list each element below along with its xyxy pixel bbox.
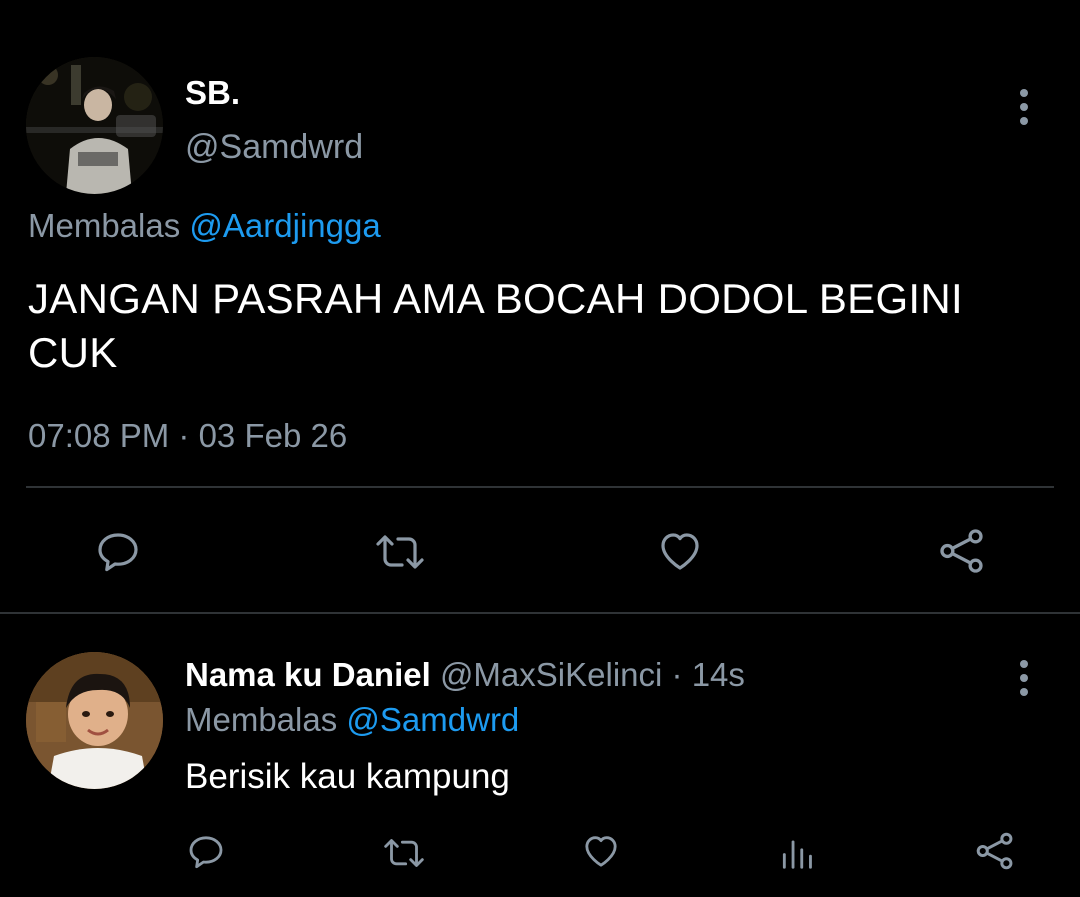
replying-to-mention[interactable]: @Aardjingga [189,207,380,244]
tweet-text: JANGAN PASRAH AMA BOCAH DODOL BEGINI CUK [28,275,964,376]
user-handle[interactable]: @Samdwrd [185,128,363,167]
replying-to-mention[interactable]: @Samdwrd [346,701,519,738]
tweet-text: Berisik kau kampung [185,757,510,796]
user-handle[interactable]: @MaxSiKelinci [440,656,662,693]
like-icon[interactable] [580,831,622,871]
analytics-icon[interactable] [778,833,816,873]
retweet-icon[interactable] [381,833,427,873]
retweet-icon[interactable] [373,528,427,576]
replying-to-label: Membalas [28,207,181,244]
display-name[interactable]: SB. [185,74,240,112]
separator-dot: · [671,656,683,693]
avatar-photo [26,652,163,789]
more-options-icon[interactable] [1018,660,1030,696]
avatar[interactable] [26,57,163,194]
tweet-thread-page: SB. @Samdwrd Membalas @Aardjingga JANGAN… [0,0,1080,897]
main-tweet: SB. @Samdwrd Membalas @Aardjingga JANGAN… [0,0,1080,614]
tweet-time[interactable]: 14s [692,656,745,693]
replying-to-label: Membalas [185,701,338,738]
reply-icon[interactable] [94,528,142,576]
reply-header: Nama ku Daniel @MaxSiKelinci · 14s [185,656,745,694]
tweet-timestamp[interactable]: 07:08 PM · 03 Feb 26 [28,417,347,455]
replying-to-line: Membalas @Samdwrd [185,701,519,739]
divider [26,486,1054,488]
share-icon[interactable] [937,526,987,576]
display-name[interactable]: Nama ku Daniel [185,656,431,693]
avatar[interactable] [26,652,163,789]
more-options-icon[interactable] [1018,89,1030,125]
avatar-photo [26,57,163,194]
reply-icon[interactable] [186,832,226,872]
replying-to-line: Membalas @Aardjingga [28,207,381,245]
divider [0,612,1080,614]
like-icon[interactable] [655,527,705,575]
share-icon[interactable] [974,830,1016,872]
